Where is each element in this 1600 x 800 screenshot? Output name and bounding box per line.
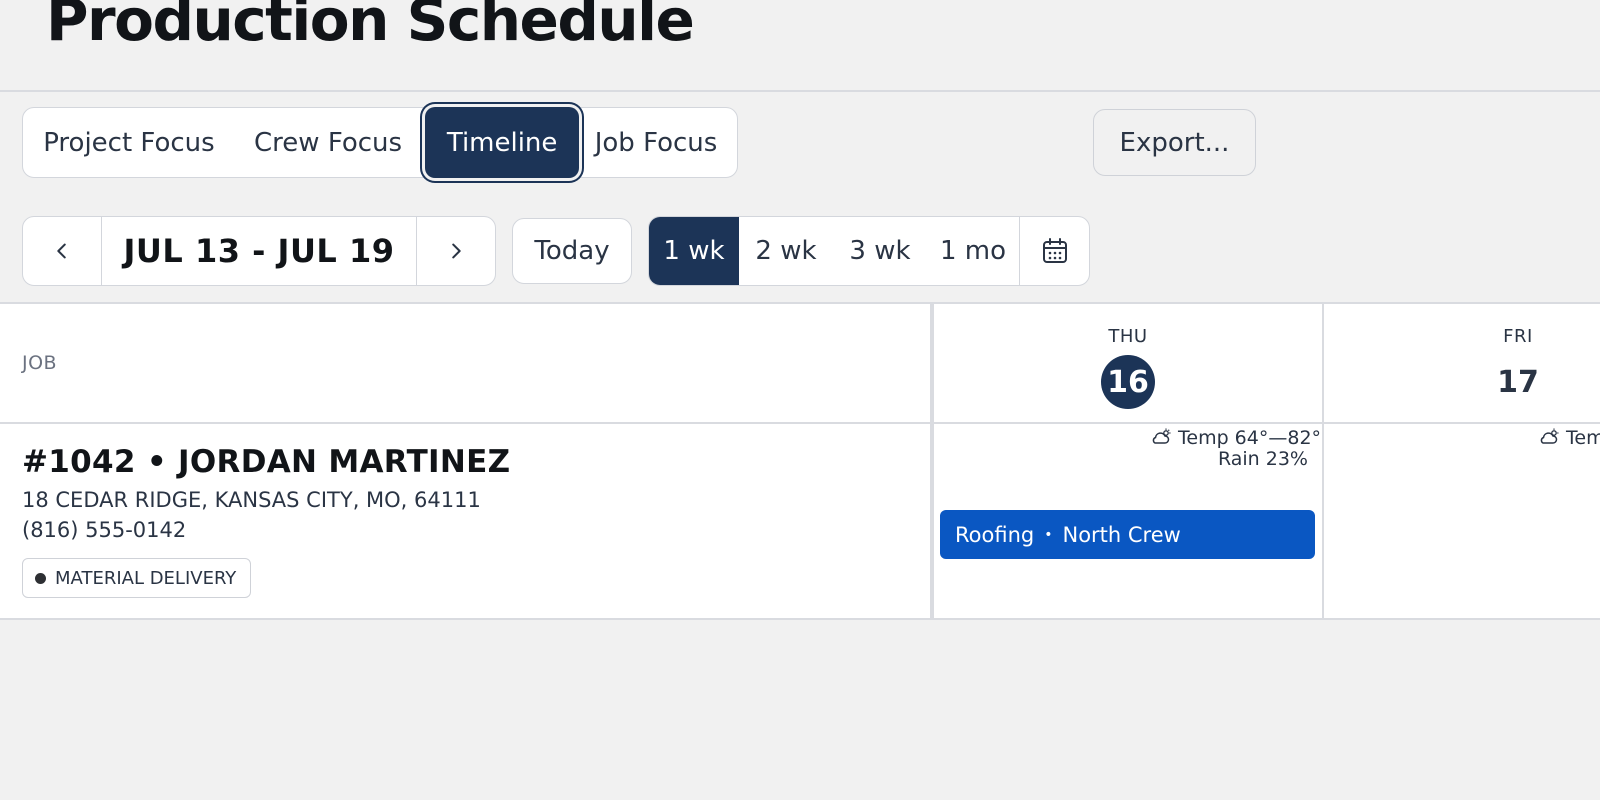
title-divider	[0, 90, 1600, 92]
tab-crew-focus[interactable]: Crew Focus	[231, 108, 425, 177]
range-tabs: 1 wk 2 wk 3 wk 1 mo	[648, 216, 1090, 286]
chevron-right-icon	[452, 243, 461, 259]
day-number: 17	[1497, 364, 1539, 400]
export-button[interactable]: Export...	[1093, 109, 1256, 176]
job-title[interactable]: #1042 • JORDAN MARTINEZ	[22, 444, 510, 480]
day-name: FRI	[1503, 326, 1533, 347]
page-title: Production Schedule	[46, 0, 695, 54]
partly-cloudy-icon	[1152, 428, 1171, 444]
tab-project-focus[interactable]: Project Focus	[27, 108, 231, 177]
schedule-event-roofing[interactable]: Roofing • North Crew	[940, 510, 1315, 559]
status-badge-label: MATERIAL DELIVERY	[55, 567, 237, 589]
weather-rain: Rain 23%	[1217, 448, 1308, 470]
weather-temp: Temp 64°—82°	[1178, 427, 1322, 449]
range-3-week[interactable]: 3 wk	[833, 217, 927, 285]
status-dot	[35, 572, 46, 584]
day-header-thu: THU 16	[934, 326, 1322, 409]
prev-week-button[interactable]	[23, 217, 101, 285]
calendar-picker-button[interactable]	[1019, 217, 1089, 285]
job-column-header: JOB	[22, 352, 58, 374]
job-address: 18 CEDAR RIDGE, KANSAS CITY, MO, 64111	[22, 488, 481, 512]
tab-job-focus[interactable]: Job Focus	[579, 108, 733, 177]
date-range-label[interactable]: JUL 13 - JUL 19	[101, 217, 417, 285]
status-badge: MATERIAL DELIVERY	[22, 558, 252, 598]
today-button[interactable]: Today	[512, 218, 632, 284]
schedule-grid: JOB THU 16 FRI 17 #1042 • JORDAN MARTINE…	[0, 302, 1600, 620]
partly-cloudy-icon	[1540, 428, 1559, 444]
next-week-button[interactable]	[417, 217, 495, 285]
tab-timeline[interactable]: Timeline	[425, 107, 580, 178]
calendar-icon	[1042, 238, 1067, 263]
weather-fri: Tem	[1538, 428, 1600, 449]
job-phone: (816) 555-0142	[22, 518, 187, 542]
event-separator: •	[1044, 526, 1053, 543]
range-1-month[interactable]: 1 mo	[927, 217, 1019, 285]
weather-thu: Temp 64°—82° Rain 23%	[1150, 428, 1321, 470]
range-1-week[interactable]: 1 wk	[649, 217, 739, 285]
event-crew: North Crew	[1062, 522, 1181, 547]
range-2-week[interactable]: 2 wk	[739, 217, 833, 285]
event-trade: Roofing	[955, 522, 1035, 547]
view-mode-tabs: Project Focus Crew Focus Timeline Job Fo…	[22, 107, 738, 178]
weather-temp: Tem	[1566, 427, 1600, 449]
day-header-fri: FRI 17	[1324, 326, 1600, 409]
day-name: THU	[1108, 326, 1148, 347]
day-number-today: 16	[1101, 355, 1155, 409]
chevron-left-icon	[57, 243, 66, 259]
date-navigator: JUL 13 - JUL 19	[22, 216, 496, 286]
header-divider	[0, 422, 1600, 424]
production-schedule-page: Production Schedule Project Focus Crew F…	[0, 0, 1600, 800]
